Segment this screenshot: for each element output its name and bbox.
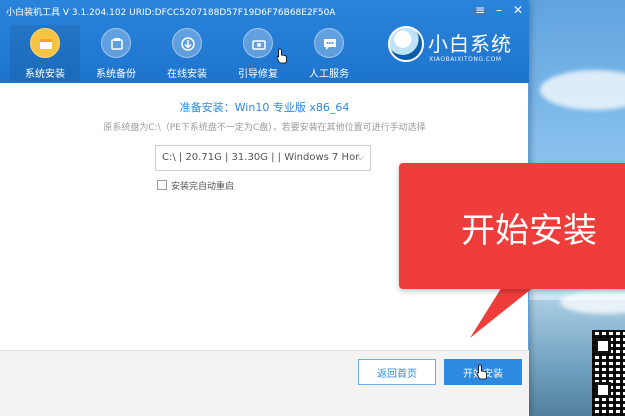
qr-code: [592, 330, 625, 416]
hand-cursor-icon: [276, 48, 287, 64]
callout-text: 开始安装: [461, 211, 597, 251]
hand-cursor-icon: [476, 364, 487, 380]
callout-annotation: 开始安装: [399, 163, 625, 289]
